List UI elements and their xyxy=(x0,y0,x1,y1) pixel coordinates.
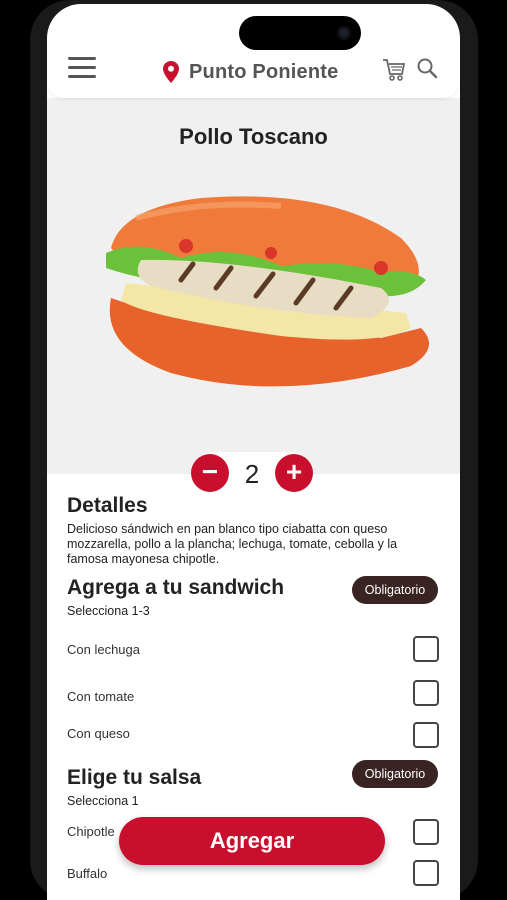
location-name: Punto Poniente xyxy=(189,60,339,83)
addon-option-label: Con lechuga xyxy=(67,642,140,657)
addon-option-checkbox[interactable] xyxy=(413,636,439,662)
sauce-option-checkbox[interactable] xyxy=(413,860,439,886)
quantity-value: 2 xyxy=(244,459,260,489)
product-hero: Pollo Toscano xyxy=(47,98,460,474)
decrease-quantity-button[interactable]: − xyxy=(191,454,229,492)
sauce-heading: Elige tu salsa xyxy=(67,766,202,789)
addons-heading: Agrega a tu sandwich xyxy=(67,576,285,599)
sauce-required-badge: Obligatorio xyxy=(352,760,438,788)
addon-option-label: Con queso xyxy=(67,726,130,741)
addon-option-checkbox[interactable] xyxy=(413,722,439,748)
add-to-cart-button[interactable]: Agregar xyxy=(119,817,385,865)
camera-icon xyxy=(337,26,351,40)
addons-required-badge: Obligatorio xyxy=(352,576,438,604)
addon-option-label: Con tomate xyxy=(67,689,135,704)
product-description: Delicioso sándwich en pan blanco tipo ci… xyxy=(67,522,398,566)
sauce-option-checkbox[interactable] xyxy=(413,819,439,845)
increase-quantity-button[interactable]: + xyxy=(275,454,313,492)
top-bar: Punto Poniente xyxy=(47,44,460,98)
sauce-option-label: Chipotle xyxy=(67,824,115,839)
search-icon[interactable] xyxy=(416,57,438,79)
hamburger-menu-icon[interactable] xyxy=(68,57,96,83)
sandwich-image xyxy=(106,196,429,387)
dynamic-island xyxy=(239,16,361,50)
location-selector[interactable]: Punto Poniente xyxy=(163,58,338,86)
sauce-option-label: Buffalo xyxy=(67,866,108,881)
cart-icon[interactable] xyxy=(382,57,406,83)
addons-subtitle: Selecciona 1-3 xyxy=(67,604,150,618)
details-heading: Detalles xyxy=(67,494,148,517)
location-pin-icon xyxy=(163,61,179,83)
sauce-subtitle: Selecciona 1 xyxy=(67,794,139,808)
addon-option-checkbox[interactable] xyxy=(413,680,439,706)
quantity-stepper: − 2 + xyxy=(191,452,313,496)
app-screen: Punto Poniente Pollo Toscano − 2 + Detal… xyxy=(47,4,460,900)
product-title: Pollo Toscano xyxy=(179,124,328,149)
